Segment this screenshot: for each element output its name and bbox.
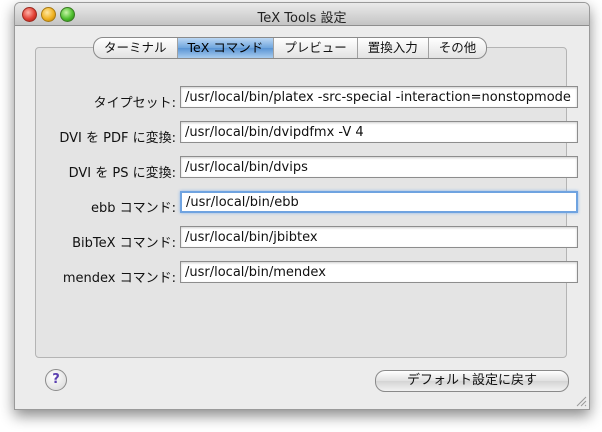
dvi-to-pdf-label: DVI を PDF に変換: bbox=[59, 131, 176, 146]
tex-commands-panel: タイプセット: DVI を PDF に変換: DVI を PS に変換: ebb… bbox=[35, 47, 578, 358]
typeset-label: タイプセット: bbox=[93, 96, 176, 111]
ebb-field[interactable] bbox=[180, 191, 578, 213]
mendex-field[interactable] bbox=[180, 261, 578, 283]
tab-bar: ターミナル TeX コマンド プレビュー 置換入力 その他 bbox=[93, 37, 488, 59]
bibtex-field[interactable] bbox=[180, 226, 578, 248]
tab-replace-input[interactable]: 置換入力 bbox=[358, 38, 429, 58]
ebb-label: ebb コマンド: bbox=[90, 201, 176, 216]
dvi-to-ps-row: DVI を PS に変換: bbox=[36, 156, 578, 182]
tab-other[interactable]: その他 bbox=[429, 38, 487, 58]
window-title: TeX Tools 設定 bbox=[257, 11, 347, 26]
dvi-to-ps-label: DVI を PS に変換: bbox=[68, 166, 176, 181]
ebb-row: ebb コマンド: bbox=[36, 191, 578, 217]
dvi-to-pdf-field[interactable] bbox=[180, 121, 578, 143]
mendex-label: mendex コマンド: bbox=[62, 271, 176, 286]
typeset-field[interactable] bbox=[180, 86, 578, 108]
dvi-to-ps-field[interactable] bbox=[180, 156, 578, 178]
tab-preview[interactable]: プレビュー bbox=[274, 38, 358, 58]
typeset-row: タイプセット: bbox=[36, 86, 578, 112]
bibtex-label: BibTeX コマンド: bbox=[72, 236, 176, 251]
resize-grip-icon[interactable] bbox=[575, 395, 587, 407]
tab-tex-commands[interactable]: TeX コマンド bbox=[177, 38, 275, 58]
title-bar[interactable]: TeX Tools 設定 bbox=[15, 3, 589, 26]
preferences-window: TeX Tools 設定 ターミナル TeX コマンド プレビュー 置換入力 そ… bbox=[14, 2, 590, 410]
restore-defaults-button[interactable]: デフォルト設定に戻す bbox=[375, 370, 569, 392]
help-button[interactable]: ? bbox=[45, 369, 67, 391]
tab-terminal[interactable]: ターミナル bbox=[94, 38, 178, 58]
dvi-to-pdf-row: DVI を PDF に変換: bbox=[36, 121, 578, 147]
bibtex-row: BibTeX コマンド: bbox=[36, 226, 578, 252]
mendex-row: mendex コマンド: bbox=[36, 261, 578, 287]
